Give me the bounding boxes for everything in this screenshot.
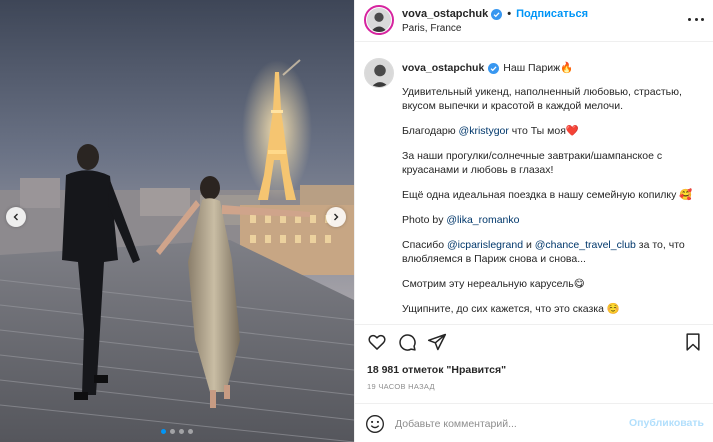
mention-link[interactable]: @icparislegrand	[447, 239, 523, 251]
separator-dot: •	[507, 8, 512, 20]
action-bar	[355, 332, 713, 356]
chevron-right-icon	[334, 213, 339, 221]
share-button[interactable]	[427, 332, 447, 352]
post-location[interactable]: Paris, France	[402, 23, 461, 34]
caption-headline: Наш Париж🔥	[503, 62, 574, 74]
caption-area: vova_ostapchuk Наш Париж🔥 Удивительный у…	[355, 43, 713, 325]
caption-text: и	[523, 239, 535, 251]
publish-button[interactable]: Опубликовать	[629, 417, 704, 429]
mention-link[interactable]: @kristygor	[459, 125, 509, 137]
bookmark-icon	[686, 333, 700, 351]
caption-paragraph: За наши прогулки/солнечные завтраки/шамп…	[402, 150, 663, 176]
post-header: vova_ostapchuk • Подписаться Paris, Fran…	[355, 0, 713, 42]
caption-paragraph: Смотрим эту нереальную карусель😋	[402, 278, 585, 290]
share-icon	[427, 333, 447, 351]
mention-link[interactable]: @lika_romanko	[446, 214, 519, 226]
caption-paragraph: Photo by @lika_romanko	[402, 213, 702, 227]
author-username[interactable]: vova_ostapchuk	[402, 8, 488, 20]
post-timestamp[interactable]: 19 ЧАСОВ НАЗАД	[367, 382, 435, 391]
instagram-post: vova_ostapchuk • Подписаться Paris, Fran…	[0, 0, 713, 442]
comment-button[interactable]	[397, 332, 417, 352]
emoji-button[interactable]	[365, 414, 385, 434]
caption-paragraph: Спасибо @icparislegrand и @chance_travel…	[402, 238, 702, 266]
previous-slide-button[interactable]	[6, 207, 26, 227]
post-caption: vova_ostapchuk Наш Париж🔥 Удивительный у…	[402, 61, 702, 324]
caption-paragraph: Удивительный уикенд, наполненный любовью…	[402, 86, 682, 112]
like-button[interactable]	[367, 332, 387, 352]
mention-link[interactable]: @chance_travel_club	[535, 239, 636, 251]
emoji-icon	[366, 415, 384, 433]
heart-icon	[368, 334, 386, 350]
caption-username[interactable]: vova_ostapchuk	[402, 61, 484, 75]
carousel-dot	[188, 429, 193, 434]
caption-text: что Ты моя❤️	[508, 125, 579, 137]
likes-count[interactable]: 18 981 отметок "Нравится"	[367, 364, 506, 376]
carousel-indicator	[0, 429, 354, 434]
caption-text: Photo by	[402, 214, 447, 226]
follow-button[interactable]: Подписаться	[516, 8, 588, 20]
caption-paragraph: Ещё одна идеальная поездка в нашу семейн…	[402, 189, 693, 201]
comment-icon	[399, 334, 416, 351]
next-slide-button[interactable]	[326, 207, 346, 227]
verified-icon	[488, 62, 500, 74]
carousel-dot	[179, 429, 184, 434]
add-comment-bar: Опубликовать	[355, 403, 713, 442]
more-options-icon[interactable]	[688, 13, 704, 25]
paris-rooftop-photo	[0, 0, 354, 442]
caption-avatar[interactable]	[364, 58, 394, 88]
caption-paragraph: Благодарю @kristygor что Ты моя❤️	[402, 124, 702, 138]
author-avatar[interactable]	[364, 5, 394, 35]
post-sidebar: vova_ostapchuk • Подписаться Paris, Fran…	[354, 0, 713, 442]
verified-icon	[491, 8, 503, 20]
carousel-dot	[170, 429, 175, 434]
caption-text: Спасибо	[402, 239, 447, 251]
carousel-dot	[161, 429, 166, 434]
post-photo[interactable]	[0, 0, 354, 442]
save-button[interactable]	[683, 332, 703, 352]
caption-text: Благодарю	[402, 125, 459, 137]
author-line: vova_ostapchuk • Подписаться	[402, 8, 588, 20]
caption-paragraph: Ущипните, до сих кажется, что это сказка…	[402, 303, 620, 315]
chevron-left-icon	[13, 213, 18, 221]
comment-input[interactable]	[395, 414, 615, 434]
